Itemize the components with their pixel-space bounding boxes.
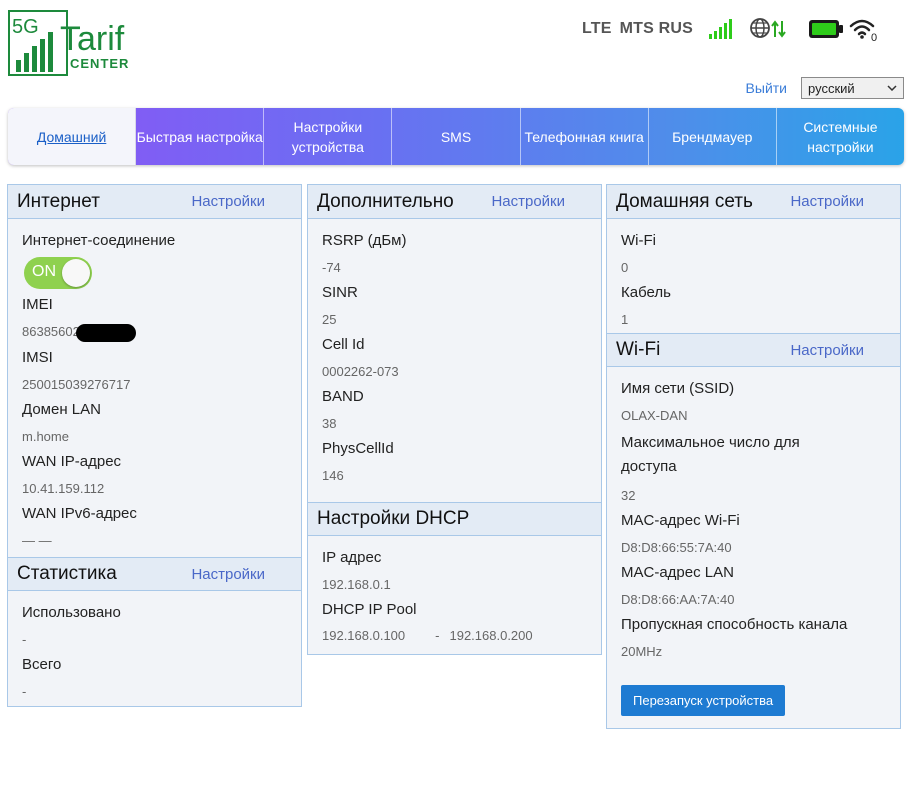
pool-separator: - [435, 628, 440, 643]
toggle-state: ON [32, 263, 56, 280]
nav-phonebook[interactable]: Телефонная книга [521, 108, 649, 165]
imsi-label: IMSI [22, 348, 53, 366]
logout-link[interactable]: Выйти [746, 80, 787, 96]
logo-prefix: 5G [12, 16, 39, 38]
wan-ipv6-label: WAN IPv6-адрес [22, 504, 137, 522]
lan-domain-value: m.home [22, 428, 69, 444]
network-type: LTE [582, 20, 612, 37]
dhcp-ip-value: 192.168.0.1 [322, 577, 391, 592]
additional-header: Дополнительно Настройки [308, 185, 601, 219]
dhcp-ip-label: IP адрес [322, 549, 382, 566]
wifi-header: Wi-Fi Настройки [607, 333, 900, 367]
imei-label: IMEI [22, 296, 53, 313]
dhcp-header: Настройки DHCP [308, 502, 601, 536]
additional-title: Дополнительно [317, 190, 454, 212]
additional-settings-link[interactable]: Настройки [491, 193, 565, 210]
operator-name: MTS RUS [619, 20, 694, 37]
imsi-value: 250015039276717 [22, 376, 131, 392]
band-value: 38 [322, 416, 337, 431]
language-select[interactable]: русский [801, 77, 904, 99]
additional-panel: Дополнительно Настройки RSRP (дБм) -74 S… [307, 184, 602, 655]
used-label: Использовано [22, 604, 121, 621]
bandwidth-value: 20MHz [621, 644, 663, 659]
max-access-label: Максимальное число для доступа [621, 434, 800, 475]
home-network-panel: Домашняя сеть Настройки Wi-Fi 0 Кабель 1… [606, 184, 901, 729]
signal-strength-icon [709, 19, 733, 39]
total-value: - [22, 684, 27, 699]
logo-sub: CENTER [70, 56, 129, 71]
nav-sms[interactable]: SMS [392, 108, 521, 165]
redaction-mark [75, 323, 136, 342]
mac-lan-value: D8:D8:66:AA:7A:40 [621, 592, 735, 607]
nav-home[interactable]: Домашний [8, 108, 137, 165]
rsrp-value: -74 [322, 260, 341, 275]
dhcp-pool-label: DHCP IP Pool [322, 601, 417, 618]
home-wifi-value: 0 [621, 260, 629, 275]
internet-panel: Интернет Настройки Интернет-соединение O… [7, 184, 302, 707]
logo-name: Tarif [60, 20, 125, 58]
nav-system-settings[interactable]: Системные настройки [777, 108, 904, 165]
cellid-value: 0002262-073 [322, 364, 399, 379]
sinr-value: 25 [322, 312, 337, 327]
restart-device-button[interactable]: Перезапуск устройства [621, 685, 786, 716]
wifi-icon: 0 [849, 19, 877, 42]
connection-toggle[interactable]: ON [24, 257, 92, 289]
ssid-value: OLAX-DAN [621, 408, 688, 423]
header-actions: Выйти русский [746, 77, 904, 99]
pci-label: PhysCellId [322, 440, 394, 457]
pool-end: 192.168.0.200 [449, 628, 533, 643]
brand-logo: 5G Tarif CENTER [8, 10, 138, 76]
language-value: русский [808, 80, 855, 96]
home-wifi-label: Wi-Fi [621, 232, 656, 249]
nav-firewall[interactable]: Брендмауер [649, 108, 777, 165]
cellid-label: Cell Id [322, 336, 365, 353]
internet-header: Интернет Настройки [8, 185, 301, 219]
home-network-header: Домашняя сеть Настройки [607, 185, 900, 219]
band-label: BAND [322, 388, 364, 405]
connection-label: Интернет-соединение [22, 232, 176, 249]
bandwidth-label: Пропускная способность канала [621, 616, 848, 633]
pci-value: 146 [322, 468, 344, 483]
lan-domain-label: Домен LAN [22, 400, 101, 418]
pool-start: 192.168.0.100 [322, 628, 406, 643]
cable-value: 1 [621, 312, 629, 327]
rsrp-label: RSRP (дБм) [322, 232, 407, 249]
chevron-down-icon [887, 85, 897, 91]
sinr-label: SINR [322, 284, 358, 301]
wifi-client-count: 0 [871, 32, 877, 42]
toggle-knob [62, 259, 90, 287]
statistics-header: Статистика Настройки [8, 557, 301, 591]
battery-icon [809, 20, 844, 38]
main-nav: Домашний Быстрая настройка Настройки уст… [8, 108, 904, 165]
mac-wifi-label: MAC-адрес Wi-Fi [621, 512, 740, 529]
wan-ipv6-value: — — [22, 532, 52, 548]
nav-quick-setup[interactable]: Быстрая настройка [136, 108, 265, 165]
imei-value: 86385602 [22, 324, 80, 339]
dhcp-pool-range: 192.168.0.100 - 192.168.0.200 [322, 628, 587, 643]
home-network-title: Домашняя сеть [616, 190, 753, 212]
wifi-title: Wi-Fi [616, 339, 661, 360]
globe-data-icon [750, 18, 786, 38]
internet-settings-link[interactable]: Настройки [191, 193, 265, 210]
nav-device-settings[interactable]: Настройки устройства [264, 108, 393, 165]
home-network-settings-link[interactable]: Настройки [790, 193, 864, 210]
mac-wifi-value: D8:D8:66:55:7A:40 [621, 540, 732, 555]
wifi-settings-link[interactable]: Настройки [790, 342, 864, 359]
ssid-label: Имя сети (SSID) [621, 380, 735, 397]
statistics-title: Статистика [17, 563, 117, 584]
total-label: Всего [22, 656, 62, 673]
status-bar: LTE MTS RUS 0 [582, 18, 881, 42]
cable-label: Кабель [621, 284, 671, 301]
used-value: - [22, 632, 27, 647]
wan-ip-value: 10.41.159.112 [22, 480, 105, 496]
internet-title: Интернет [17, 190, 100, 212]
statistics-settings-link[interactable]: Настройки [191, 566, 265, 583]
wan-ip-label: WAN IP-адрес [22, 452, 122, 470]
max-access-value: 32 [621, 488, 636, 503]
mac-lan-label: MAC-адрес LAN [621, 564, 734, 581]
dhcp-title: Настройки DHCP [317, 508, 470, 529]
